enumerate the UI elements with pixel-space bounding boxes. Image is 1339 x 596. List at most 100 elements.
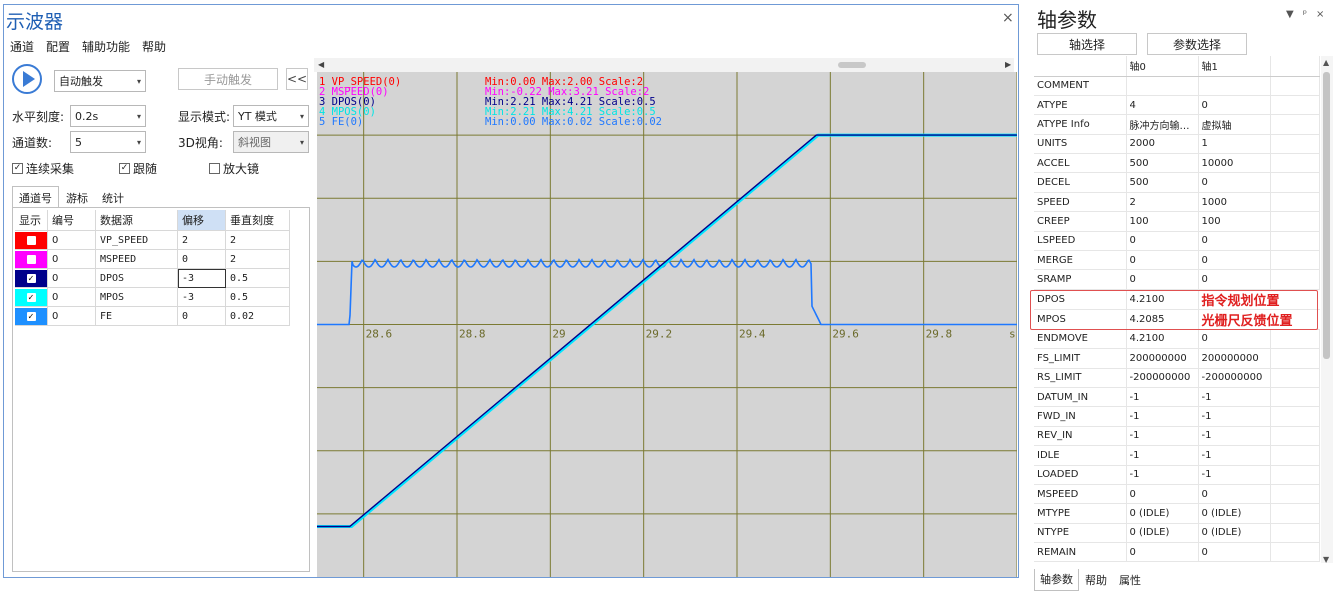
menu-config[interactable]: 配置 [46,38,70,55]
tab-help[interactable]: 帮助 [1079,569,1113,591]
axis-param-row[interactable]: SRAMP 0 0 [1034,269,1320,290]
param-axis0[interactable] [1126,76,1199,96]
channel-show-checkbox[interactable] [15,231,47,249]
param-axis1[interactable]: 200000000 [1198,348,1271,369]
channel-scale[interactable]: 0.5 [225,287,290,307]
channel-scale[interactable]: 2 [225,249,290,269]
param-select-button[interactable]: 参数选择 [1147,33,1247,55]
plot-scroll-thumb[interactable] [838,62,866,68]
axis-param-row[interactable]: ATYPE Info 脉冲方向输… 虚拟轴 [1034,114,1320,135]
play-icon[interactable] [12,64,42,94]
param-axis1[interactable]: -1 [1198,406,1271,427]
param-axis0[interactable]: 2000 [1126,134,1199,155]
tab-stats[interactable]: 统计 [95,186,131,209]
channel-source[interactable]: FE [95,306,178,326]
tab-cursor[interactable]: 游标 [59,186,95,209]
manual-trigger-button[interactable]: 手动触发 [178,68,278,90]
param-axis1[interactable]: 100 [1198,211,1271,232]
channel-source[interactable]: VP_SPEED [95,230,178,250]
param-axis1[interactable]: 0 [1198,250,1271,271]
axis-param-row[interactable]: LOADED -1 -1 [1034,465,1320,485]
param-axis0[interactable]: -1 [1126,406,1199,427]
param-axis1[interactable]: 10000 [1198,153,1271,174]
axis-param-row[interactable]: COMMENT [1034,76,1320,96]
col-offset[interactable]: 偏移 [177,210,226,231]
axis-param-row[interactable]: ENDMOVE 4.2100 0 [1034,329,1320,350]
plot-horizontal-scrollbar[interactable] [314,58,1014,72]
channel-show-checkbox[interactable] [15,250,47,268]
param-axis0[interactable]: 100 [1126,211,1199,232]
param-axis0[interactable]: -1 [1126,387,1199,408]
channel-offset[interactable]: -3 [177,268,226,288]
magnifier-checkbox[interactable]: 放大镜 [209,160,259,177]
channel-show-checkbox[interactable]: ✓ [15,288,47,306]
channel-row[interactable]: 0 VP_SPEED 2 2 [15,230,290,250]
axis0-header[interactable]: 轴0 [1126,56,1199,77]
follow-checkbox[interactable]: ✓ 跟随 [119,160,157,177]
axis-param-row[interactable]: REMAIN 0 0 [1034,542,1320,563]
close-icon[interactable]: × [1002,10,1014,26]
axis-param-row[interactable]: ACCEL 500 10000 [1034,153,1320,174]
axis-param-row[interactable]: FWD_IN -1 -1 [1034,406,1320,427]
axis-param-row[interactable]: SPEED 2 1000 [1034,192,1320,213]
param-axis1[interactable]: 0 (IDLE) [1198,503,1271,524]
param-axis1[interactable]: 0 [1198,95,1271,116]
axis-param-row[interactable]: MTYPE 0 (IDLE) 0 (IDLE) [1034,503,1320,524]
param-axis0[interactable]: 0 [1126,250,1199,271]
param-axis1[interactable]: 1 [1198,134,1271,155]
trigger-mode-select[interactable]: 自动触发 ▾ [54,70,146,92]
param-axis1[interactable]: 0 (IDLE) [1198,523,1271,544]
param-axis0[interactable]: 0 (IDLE) [1126,523,1199,544]
axis-param-row[interactable]: LSPEED 0 0 [1034,231,1320,252]
axis-param-row[interactable]: MERGE 0 0 [1034,250,1320,271]
param-axis0[interactable]: 2 [1126,192,1199,213]
collapse-button[interactable]: << [286,68,308,90]
param-axis0[interactable]: 0 [1126,231,1199,252]
col-scale[interactable]: 垂直刻度 [225,210,290,231]
view3d-select[interactable]: 斜视图 ▾ [233,131,309,153]
h-scale-select[interactable]: 0.2s ▾ [70,105,146,127]
scroll-down-icon[interactable]: ▼ [1323,555,1329,564]
display-mode-select[interactable]: YT 模式 ▾ [233,105,309,127]
channel-offset[interactable]: 0 [177,306,226,326]
tab-axis-params[interactable]: 轴参数 [1034,569,1079,591]
close-icon[interactable]: × [1316,9,1324,20]
param-axis1[interactable]: -200000000 [1198,368,1271,388]
param-axis1[interactable]: 0 [1198,542,1271,563]
param-axis0[interactable]: -1 [1126,465,1199,485]
axis-grid-scroll-thumb[interactable] [1323,72,1330,359]
scroll-left-arrow-icon[interactable]: ◀ [318,60,324,69]
param-axis1[interactable]: -1 [1198,387,1271,408]
axis-param-row[interactable]: IDLE -1 -1 [1034,445,1320,466]
param-axis0[interactable]: -1 [1126,445,1199,466]
param-axis1[interactable]: 0 [1198,329,1271,350]
param-axis1[interactable]: 0 [1198,484,1271,505]
param-axis0[interactable]: 0 (IDLE) [1126,503,1199,524]
menu-help[interactable]: 帮助 [142,38,166,55]
channel-scale[interactable]: 0.5 [225,268,290,288]
param-axis0[interactable]: 0 [1126,269,1199,290]
param-axis0[interactable]: 500 [1126,153,1199,174]
param-axis0[interactable]: 脉冲方向输… [1126,114,1199,135]
axis-param-row[interactable]: REV_IN -1 -1 [1034,426,1320,447]
channel-show-checkbox[interactable]: ✓ [15,269,47,287]
channel-row[interactable]: ✓ 0 DPOS -3 0.5 [15,268,290,288]
axis-param-row[interactable]: FS_LIMIT 200000000 200000000 [1034,348,1320,369]
pin-icon[interactable]: ᵖ [1303,9,1307,20]
param-axis1[interactable]: -1 [1198,445,1271,466]
channel-source[interactable]: MSPEED [95,249,178,269]
channel-offset[interactable]: -3 [177,287,226,307]
param-axis1[interactable]: -1 [1198,426,1271,447]
param-axis1[interactable]: 虚拟轴 [1198,114,1271,135]
axis-param-row[interactable]: DATUM_IN -1 -1 [1034,387,1320,408]
param-axis0[interactable]: 4 [1126,95,1199,116]
scroll-up-icon[interactable]: ▲ [1323,58,1329,67]
channel-offset[interactable]: 0 [177,249,226,269]
param-axis0[interactable]: 200000000 [1126,348,1199,369]
param-axis0[interactable]: -200000000 [1126,368,1199,388]
tab-properties[interactable]: 属性 [1113,569,1147,591]
continuous-checkbox[interactable]: ✓ 连续采集 [12,160,74,177]
param-axis0[interactable]: 0 [1126,542,1199,563]
col-show[interactable]: 显示 [15,210,48,231]
menu-channel[interactable]: 通道 [10,38,34,55]
